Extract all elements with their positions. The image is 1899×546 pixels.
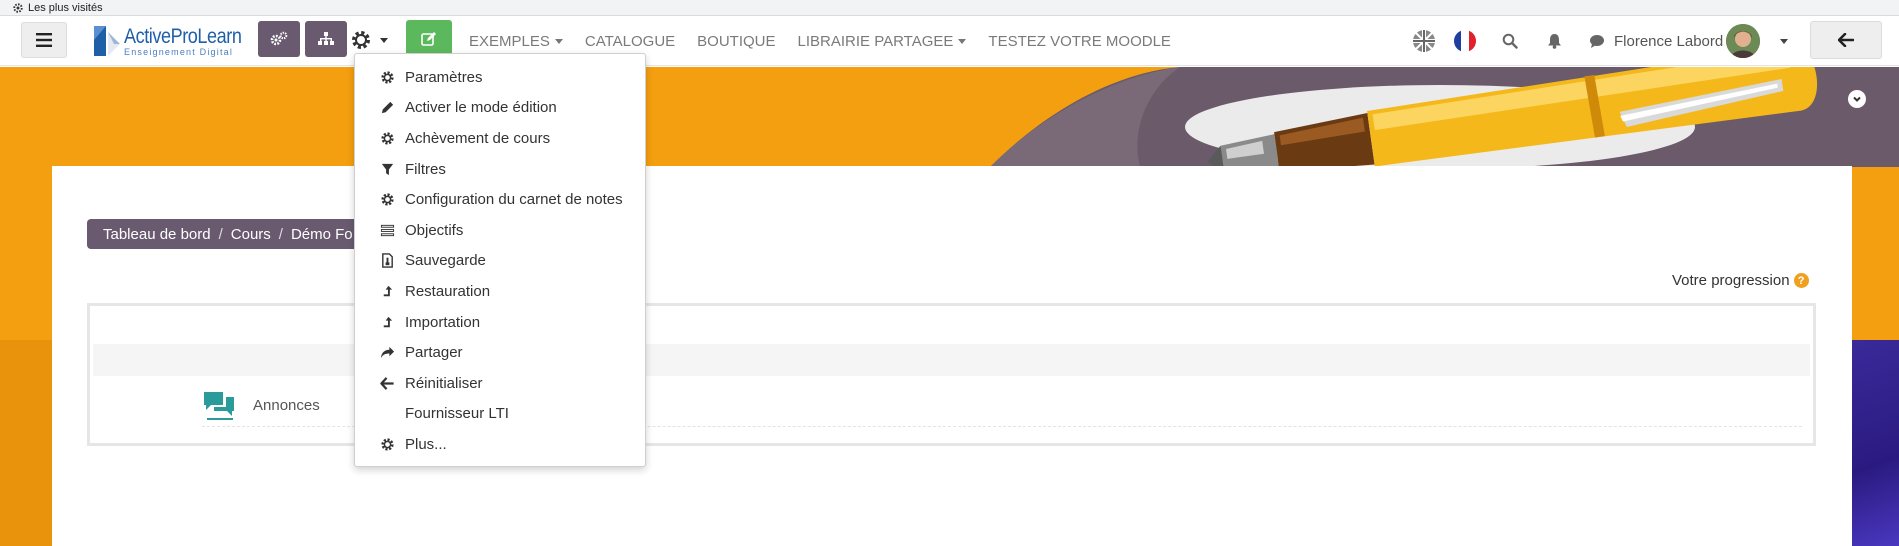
dropdown-item-import[interactable]: Importation	[355, 307, 645, 338]
menu-item-testez[interactable]: TESTEZ VOTRE MOODLE	[988, 33, 1171, 50]
arrow-left-icon	[1838, 33, 1854, 47]
breadcrumb-courses[interactable]: Cours	[231, 226, 271, 243]
share-icon	[379, 345, 395, 361]
dropdown-item-restore[interactable]: Restauration	[355, 276, 645, 307]
breadcrumb-separator: /	[218, 225, 223, 243]
user-caret-icon[interactable]	[1780, 16, 1788, 66]
site-logo[interactable]: ActiveProLearn Enseignement Digital	[92, 23, 261, 59]
menu-item-catalogue[interactable]: CATALOGUE	[585, 33, 675, 50]
level-up-icon	[379, 314, 395, 330]
caret-down-icon	[380, 37, 388, 43]
breadcrumb-separator: /	[278, 225, 283, 243]
breadcrumb-course[interactable]: Démo Fo	[291, 226, 353, 243]
uk-flag-icon[interactable]	[1412, 16, 1436, 66]
banner-left-edge	[0, 340, 52, 546]
forum-icon	[204, 392, 234, 420]
activity-forum[interactable]: Annonces	[203, 390, 320, 420]
caret-down-icon	[958, 38, 967, 44]
activity-label[interactable]: Annonces	[253, 397, 320, 414]
chevron-down-icon[interactable]	[1848, 90, 1866, 108]
breadcrumb-dashboard[interactable]: Tableau de bord	[103, 226, 211, 243]
message-icon[interactable]	[1589, 16, 1605, 66]
logo-mark-icon	[92, 24, 122, 58]
gear-icon	[379, 69, 395, 85]
gear-icon	[379, 192, 395, 208]
dropdown-item-filters[interactable]: Filtres	[355, 154, 645, 185]
menu-toggle-button[interactable]	[21, 22, 67, 58]
drawer-back-button[interactable]	[1810, 21, 1882, 59]
pencil-icon	[379, 100, 395, 116]
fr-flag-icon[interactable]	[1453, 16, 1477, 66]
logo-tagline: Enseignement Digital	[124, 46, 234, 57]
logo-name: ActiveProLearn	[124, 24, 242, 48]
dropdown-item-completion[interactable]: Achèvement de cours	[355, 123, 645, 154]
course-admin-toggle[interactable]	[350, 25, 388, 55]
course-progress: Votre progression ?	[1672, 272, 1809, 289]
bell-icon[interactable]	[1547, 16, 1562, 66]
dropdown-item-gradebook-setup[interactable]: Configuration du carnet de notes	[355, 184, 645, 215]
menu-item-exemples[interactable]: EXEMPLES	[469, 33, 563, 50]
caret-down-icon	[554, 38, 563, 44]
top-navbar: ActiveProLearn Enseignement Digital EXEM…	[0, 16, 1899, 66]
section-header-stripe	[93, 344, 1810, 376]
bookmarks-bar: Les plus visités	[0, 0, 1899, 16]
gear-icon	[352, 31, 370, 49]
admin-cogs-button[interactable]	[258, 21, 300, 57]
dropdown-item-parametres[interactable]: Paramètres	[355, 62, 645, 93]
progress-label: Votre progression	[1672, 272, 1790, 289]
menu-item-librairie[interactable]: LIBRAIRIE PARTAGEE	[798, 33, 967, 50]
bookmark-most-visited[interactable]: Les plus visités	[28, 0, 103, 16]
sitemap-button[interactable]	[305, 21, 347, 57]
dropdown-item-lti-provider[interactable]: Fournisseur LTI	[355, 399, 645, 430]
avatar	[1726, 24, 1761, 58]
breadcrumb: Tableau de bord / Cours / Démo Fo	[87, 219, 367, 249]
gear-icon	[13, 2, 23, 13]
dropdown-item-backup[interactable]: Sauvegarde	[355, 246, 645, 277]
edit-icon	[421, 32, 436, 46]
gear-icon	[379, 436, 395, 452]
help-icon[interactable]: ?	[1793, 273, 1809, 288]
user-menu[interactable]: Florence Labord	[1614, 16, 1761, 66]
dropdown-item-outcomes[interactable]: Objectifs	[355, 215, 645, 246]
banner-right-edge	[1852, 340, 1899, 546]
level-up-icon	[379, 283, 395, 299]
gear-icon	[379, 130, 395, 146]
course-admin-dropdown: Paramètres Activer le mode édition Achèv…	[354, 53, 646, 467]
file-icon	[379, 253, 395, 269]
arrow-left-icon	[379, 375, 395, 391]
hamburger-icon	[36, 33, 52, 47]
course-section: Annonces	[87, 303, 1816, 446]
sitemap-icon	[318, 32, 334, 45]
dropdown-item-reset[interactable]: Réinitialiser	[355, 368, 645, 399]
cogs-icon	[270, 31, 288, 46]
dropdown-item-edit-mode[interactable]: Activer le mode édition	[355, 93, 645, 124]
filter-icon	[379, 161, 395, 177]
dropdown-item-more[interactable]: Plus...	[355, 429, 645, 460]
search-icon[interactable]	[1502, 16, 1518, 66]
menu-item-boutique[interactable]: BOUTIQUE	[697, 33, 775, 50]
list-icon	[379, 222, 395, 238]
dropdown-item-share[interactable]: Partager	[355, 337, 645, 368]
user-name: Florence Labord	[1614, 32, 1724, 50]
